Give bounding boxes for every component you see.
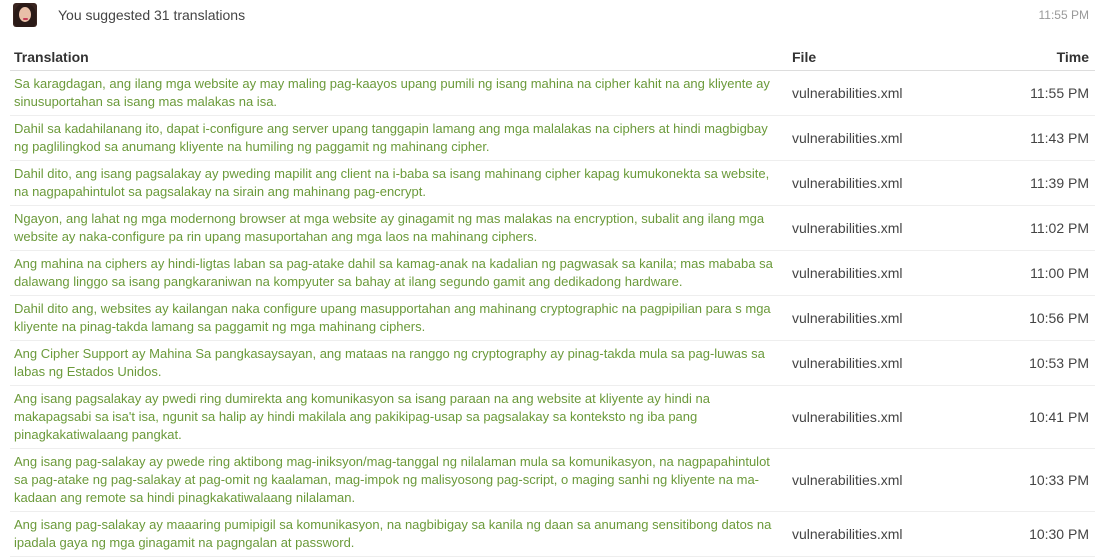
row-time: 11:00 PM: [960, 250, 1095, 296]
table-row: Ang isang pagsalakay ay pwedi ring dumir…: [10, 385, 1095, 449]
translation-link[interactable]: Ang Cipher Support ay Mahina Sa pangkasa…: [14, 346, 765, 379]
translation-link[interactable]: Ang isang pag-salakay ay maaaring pumipi…: [14, 517, 771, 550]
translations-table: Translation File Time Sa karagdagan, ang…: [10, 44, 1095, 557]
file-name: vulnerabilities.xml: [788, 205, 960, 251]
file-name: vulnerabilities.xml: [788, 70, 960, 116]
activity-summary: You suggested 31 translations: [58, 7, 246, 23]
table-row: Ang mahina na ciphers ay hindi-ligtas la…: [10, 250, 1095, 296]
file-name: vulnerabilities.xml: [788, 511, 960, 557]
column-header-file: File: [788, 44, 960, 71]
file-name: vulnerabilities.xml: [788, 340, 960, 386]
row-time: 10:56 PM: [960, 295, 1095, 341]
row-time: 10:33 PM: [960, 448, 1095, 512]
table-row: Ang isang pag-salakay ay pwede ring akti…: [10, 448, 1095, 512]
table-row: Dahil dito, ang isang pagsalakay ay pwed…: [10, 160, 1095, 206]
table-row: Sa karagdagan, ang ilang mga website ay …: [10, 70, 1095, 116]
table-row: Dahil dito ang, websites ay kailangan na…: [10, 295, 1095, 341]
translation-link[interactable]: Ang isang pagsalakay ay pwedi ring dumir…: [14, 391, 710, 442]
file-name: vulnerabilities.xml: [788, 385, 960, 449]
translation-link[interactable]: Ang mahina na ciphers ay hindi-ligtas la…: [14, 256, 773, 289]
translation-link[interactable]: Sa karagdagan, ang ilang mga website ay …: [14, 76, 770, 109]
row-time: 10:53 PM: [960, 340, 1095, 386]
table-header-row: Translation File Time: [10, 44, 1095, 71]
file-name: vulnerabilities.xml: [788, 448, 960, 512]
row-time: 10:41 PM: [960, 385, 1095, 449]
translation-link[interactable]: Dahil dito ang, websites ay kailangan na…: [14, 301, 771, 334]
translation-link[interactable]: Dahil sa kadahilanang ito, dapat i-confi…: [14, 121, 768, 154]
table-row: Ang Cipher Support ay Mahina Sa pangkasa…: [10, 340, 1095, 386]
table-row: Dahil sa kadahilanang ito, dapat i-confi…: [10, 115, 1095, 161]
file-name: vulnerabilities.xml: [788, 160, 960, 206]
column-header-translation: Translation: [10, 44, 788, 71]
row-time: 11:02 PM: [960, 205, 1095, 251]
translation-link[interactable]: Ang isang pag-salakay ay pwede ring akti…: [14, 454, 770, 505]
table-row: Ngayon, ang lahat ng mga modernong brows…: [10, 205, 1095, 251]
translation-link[interactable]: Dahil dito, ang isang pagsalakay ay pwed…: [14, 166, 769, 199]
activity-time: 11:55 PM: [1038, 8, 1089, 22]
column-header-time: Time: [960, 44, 1095, 71]
file-name: vulnerabilities.xml: [788, 250, 960, 296]
activity-header: You suggested 31 translations 11:55 PM: [0, 0, 1095, 34]
file-name: vulnerabilities.xml: [788, 115, 960, 161]
row-time: 11:43 PM: [960, 115, 1095, 161]
row-time: 11:39 PM: [960, 160, 1095, 206]
avatar[interactable]: [13, 3, 37, 27]
row-time: 11:55 PM: [960, 70, 1095, 116]
table-row: Ang isang pag-salakay ay maaaring pumipi…: [10, 511, 1095, 557]
file-name: vulnerabilities.xml: [788, 295, 960, 341]
row-time: 10:30 PM: [960, 511, 1095, 557]
translation-link[interactable]: Ngayon, ang lahat ng mga modernong brows…: [14, 211, 764, 244]
